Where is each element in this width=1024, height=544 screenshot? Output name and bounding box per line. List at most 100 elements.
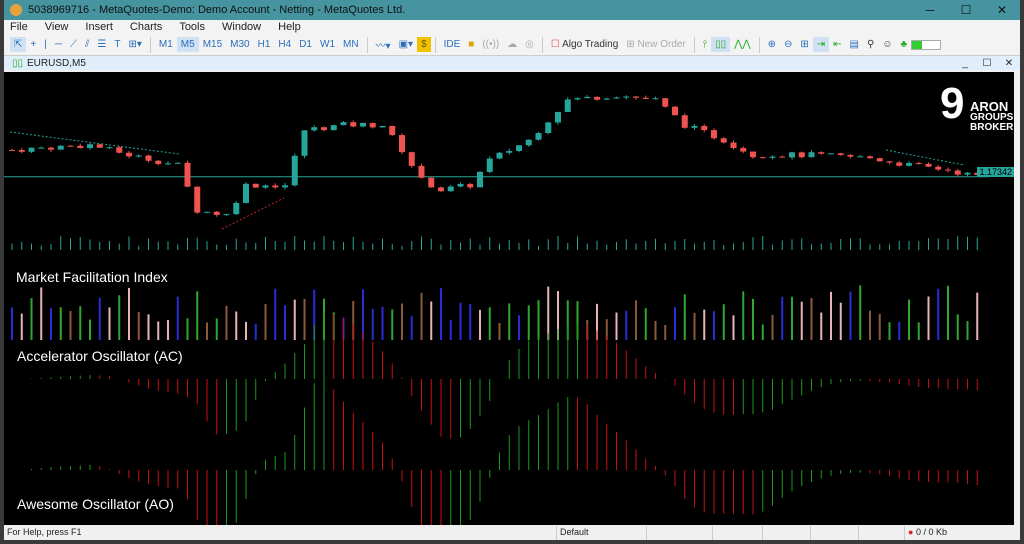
menu-file[interactable]: File: [10, 21, 28, 33]
minimize-button[interactable]: ─: [912, 3, 948, 17]
tile-windows-icon[interactable]: ⊞: [796, 37, 812, 52]
templates-icon[interactable]: ▣▾: [395, 37, 417, 52]
menu-charts[interactable]: Charts: [130, 21, 162, 33]
candle-body: [379, 125, 386, 128]
logo-nine: 9: [940, 79, 965, 128]
tf-h1[interactable]: H1: [254, 37, 275, 52]
tf-h4[interactable]: H4: [274, 37, 295, 52]
tf-m15[interactable]: M15: [199, 37, 226, 52]
candle-body: [808, 152, 815, 158]
candle-body: [57, 145, 64, 150]
cloud-icon[interactable]: ☁: [503, 37, 521, 52]
vertical-line-icon[interactable]: |: [40, 37, 51, 52]
menu-help[interactable]: Help: [278, 21, 301, 33]
market-icon[interactable]: $: [417, 37, 431, 52]
candle-body: [38, 147, 45, 149]
chart-close-button[interactable]: ✕: [998, 58, 1020, 69]
candle-body: [9, 149, 15, 151]
trendline: [9, 131, 180, 155]
chart-maximize-button[interactable]: ☐: [976, 58, 998, 69]
candle-body: [906, 163, 912, 166]
candle-body: [155, 160, 162, 165]
window-title: 5038969716 - MetaQuotes-Demo: Demo Accou…: [28, 4, 406, 16]
candle-body: [740, 148, 747, 152]
menu-insert[interactable]: Insert: [85, 21, 113, 33]
candle-body: [711, 130, 717, 139]
menu-bar: File View Insert Charts Tools Window Hel…: [4, 20, 1020, 34]
candle-body: [233, 202, 240, 215]
menu-window[interactable]: Window: [222, 21, 261, 33]
candle-body: [116, 147, 123, 153]
indicators-icon[interactable]: 〰▾: [372, 35, 395, 54]
tf-mn[interactable]: MN: [339, 37, 363, 52]
candle-body: [174, 162, 181, 164]
zoom-in-icon[interactable]: ⊕: [764, 37, 780, 52]
candle-body: [857, 156, 864, 158]
traffic-text: 0 / 0 Kb: [915, 527, 947, 537]
candle-body: [145, 155, 152, 161]
cursor-icon[interactable]: ⇱: [10, 37, 27, 52]
candle-body: [18, 149, 25, 152]
ide-button[interactable]: IDE: [440, 37, 465, 52]
candle-body: [438, 187, 444, 192]
menu-tools[interactable]: Tools: [179, 21, 205, 33]
candle-body: [730, 142, 737, 149]
zoom-out-icon[interactable]: ⊖: [780, 37, 796, 52]
lock-icon[interactable]: ■: [464, 37, 478, 52]
shapes-icon[interactable]: ⊞▾: [124, 37, 145, 52]
trendline-icon[interactable]: ⟋: [66, 37, 81, 52]
menu-view[interactable]: View: [45, 21, 69, 33]
search-icon[interactable]: ⚲: [863, 37, 878, 52]
connection-icon[interactable]: ♣: [897, 37, 912, 52]
horizontal-line-icon[interactable]: ─: [51, 37, 66, 52]
logo-line3: BROKER: [970, 122, 1014, 133]
candle-body: [48, 147, 54, 150]
tf-m1[interactable]: M1: [155, 37, 177, 52]
account-icon[interactable]: ☺: [878, 37, 896, 52]
vps-icon[interactable]: ◎: [521, 37, 538, 52]
crosshair-icon[interactable]: +: [26, 37, 40, 52]
ao-label: Awesome Oscillator (AO): [17, 496, 174, 512]
fibonacci-icon[interactable]: ☰: [93, 37, 110, 52]
tf-w1[interactable]: W1: [316, 37, 339, 52]
chart-minimize-button[interactable]: _: [954, 58, 976, 69]
chart-shift-icon[interactable]: ⇤: [829, 37, 845, 52]
tf-m30[interactable]: M30: [226, 37, 253, 52]
candle-body: [623, 96, 630, 98]
line-chart-icon[interactable]: ⋀⋀: [730, 37, 754, 52]
candle-body: [545, 122, 552, 134]
status-bar: For Help, press F1 Default ● 0 / 0 Kb: [4, 526, 1020, 540]
candle-body: [135, 155, 142, 157]
algo-trading-label: Algo Trading: [562, 39, 619, 50]
candle-body: [272, 185, 279, 188]
price-chart[interactable]: Market Facilitation Index Accelerator Os…: [4, 72, 1014, 525]
candle-body: [213, 211, 220, 215]
candle-body: [126, 152, 132, 157]
tf-d1[interactable]: D1: [295, 37, 316, 52]
status-help: For Help, press F1: [4, 526, 557, 540]
data-window-icon[interactable]: ▤: [846, 37, 863, 52]
close-button[interactable]: ✕: [984, 3, 1020, 17]
new-order-button[interactable]: ⊞ New Order: [622, 37, 690, 52]
candle-body: [633, 96, 639, 98]
candle-body: [964, 172, 971, 175]
candle-body: [457, 183, 464, 187]
candle-body: [87, 144, 93, 149]
candle-body: [106, 147, 113, 149]
text-icon[interactable]: T: [110, 37, 124, 52]
candle-body: [759, 157, 766, 159]
candle-body: [311, 127, 318, 131]
mfi-label: Market Facilitation Index: [16, 269, 168, 285]
algo-trading-button[interactable]: ☐ Algo Trading: [547, 37, 622, 52]
signal-icon[interactable]: ((•)): [478, 37, 503, 52]
chart-symbol: EURUSD,M5: [27, 57, 86, 69]
channel-icon[interactable]: ⫽: [81, 37, 93, 52]
bar-chart-icon[interactable]: ⫯: [699, 37, 711, 52]
candle-chart-icon[interactable]: ▯▯: [711, 37, 731, 52]
candle-body: [77, 145, 84, 149]
candle-body: [779, 156, 786, 158]
autoscroll-icon[interactable]: ⇥: [812, 37, 830, 52]
maximize-button[interactable]: ☐: [948, 3, 984, 17]
tf-m5[interactable]: M5: [176, 37, 199, 52]
chart-tab-header: ▯▯ EURUSD,M5 _ ☐ ✕: [4, 56, 1020, 70]
